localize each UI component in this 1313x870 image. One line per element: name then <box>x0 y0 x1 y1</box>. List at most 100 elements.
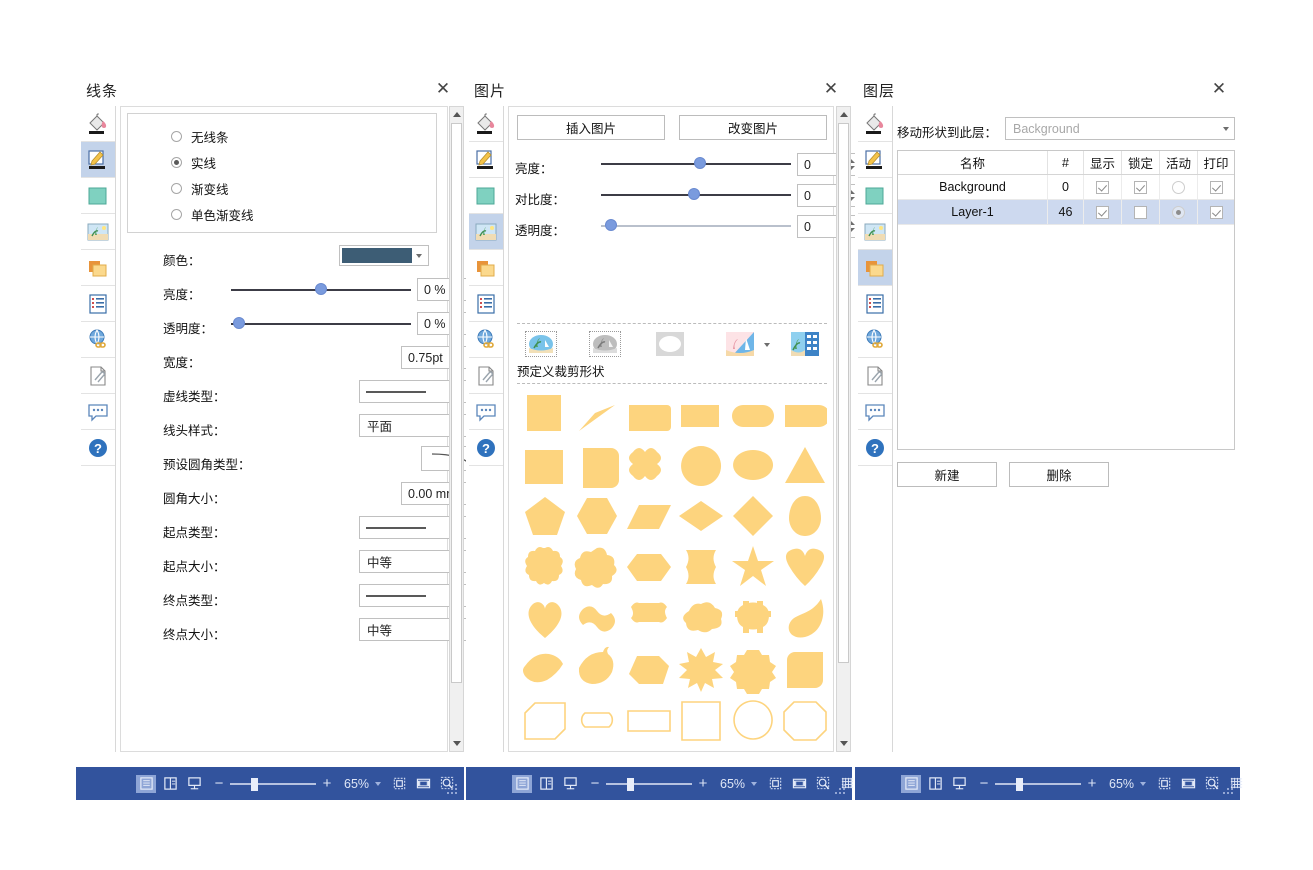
fit-page-icon[interactable] <box>1154 775 1174 793</box>
slider-knob[interactable] <box>604 219 617 231</box>
layer-visible-checkbox[interactable] <box>1096 180 1109 194</box>
new-layer-button[interactable]: 新建 <box>897 462 997 487</box>
rail-item-color-square[interactable] <box>857 178 892 214</box>
rail-item-help-question[interactable]: ? <box>80 430 115 466</box>
rail-item-pencil-line[interactable] <box>80 142 115 178</box>
crop-shape-16[interactable] <box>729 493 777 541</box>
crop-shape-10[interactable] <box>729 442 777 490</box>
rail-item-fill-bucket[interactable] <box>857 106 892 142</box>
rail-item-document-list[interactable] <box>468 286 503 322</box>
slider-knob[interactable] <box>315 283 327 295</box>
layers-header-cell-0[interactable]: 名称 <box>898 151 1048 174</box>
zoom-in-button[interactable]: + <box>1085 775 1099 792</box>
slider-knob[interactable] <box>626 777 634 791</box>
picture-slider-2[interactable] <box>601 219 791 233</box>
radio-indicator[interactable] <box>171 209 182 220</box>
picture-slider-1[interactable] <box>601 188 791 202</box>
fit-width-icon[interactable] <box>413 775 433 793</box>
line-type-radio-3[interactable]: 单色渐变线 <box>171 205 254 224</box>
rail-item-attachment-doc[interactable] <box>468 358 503 394</box>
layers-header-cell-4[interactable]: 活动 <box>1160 151 1198 174</box>
crop-shape-1[interactable] <box>573 391 621 439</box>
recolor-image-icon[interactable] <box>724 331 756 357</box>
slider-knob[interactable] <box>232 317 245 329</box>
crop-shape-31[interactable] <box>573 646 621 694</box>
rail-item-picture[interactable] <box>857 214 892 250</box>
scrollbar-thumb[interactable] <box>838 123 849 663</box>
radio-indicator[interactable] <box>171 157 182 168</box>
zoom-slider[interactable] <box>606 777 692 791</box>
zoom-out-button[interactable]: − <box>588 775 602 792</box>
rail-item-fill-bucket[interactable] <box>80 106 115 142</box>
zoom-dropdown-icon[interactable] <box>749 781 759 786</box>
grayscale-image-icon[interactable] <box>589 331 621 357</box>
crop-oval-icon[interactable] <box>654 331 686 357</box>
rail-item-pencil-line[interactable] <box>857 142 892 178</box>
layers-table-row[interactable]: Layer-1 46 <box>898 200 1234 225</box>
crop-shape-24[interactable] <box>521 595 569 643</box>
layer-print-checkbox[interactable] <box>1209 180 1223 194</box>
rail-item-document-list[interactable] <box>80 286 115 322</box>
single-page-view-icon[interactable] <box>136 774 156 793</box>
slider-knob[interactable] <box>693 157 706 169</box>
crop-shape-22[interactable] <box>729 544 777 592</box>
close-icon[interactable]: ✕ <box>1210 80 1228 99</box>
layers-header-cell-5[interactable]: 打印 <box>1198 151 1234 174</box>
crop-shape-39[interactable] <box>677 697 725 745</box>
facing-page-view-icon[interactable] <box>536 775 556 793</box>
rail-item-picture[interactable] <box>80 214 115 250</box>
crop-shape-0[interactable] <box>521 391 569 439</box>
crop-shape-26[interactable] <box>625 595 673 643</box>
original-image-icon[interactable] <box>525 331 557 357</box>
scroll-down-icon[interactable] <box>450 736 463 751</box>
radio-indicator[interactable] <box>171 183 182 194</box>
radio-indicator[interactable] <box>171 131 182 142</box>
scroll-down-icon[interactable] <box>837 736 850 751</box>
crop-shape-19[interactable] <box>573 544 621 592</box>
zoom-slider[interactable] <box>995 777 1081 791</box>
layers-header-cell-3[interactable]: 锁定 <box>1122 151 1160 174</box>
fit-width-icon[interactable] <box>1178 775 1198 793</box>
crop-shape-38[interactable] <box>625 697 673 745</box>
resize-grip[interactable] <box>447 784 459 796</box>
layer-active-radio[interactable] <box>1172 205 1185 219</box>
rail-item-document-list[interactable] <box>857 286 892 322</box>
chevron-down-icon[interactable] <box>1218 126 1234 131</box>
crop-shape-3[interactable] <box>677 391 725 439</box>
change-picture-button[interactable]: 改变图片 <box>679 115 827 140</box>
layers-header-cell-2[interactable]: 显示 <box>1084 151 1122 174</box>
zoom-area-icon[interactable] <box>813 775 833 793</box>
facing-page-view-icon[interactable] <box>925 775 945 793</box>
rail-item-pencil-line[interactable] <box>468 142 503 178</box>
crop-shape-32[interactable] <box>625 646 673 694</box>
slider-knob[interactable] <box>250 777 258 791</box>
single-page-view-icon[interactable] <box>901 774 921 793</box>
layer-active-radio[interactable] <box>1172 180 1185 194</box>
line-brightness-slider[interactable] <box>231 283 411 297</box>
crop-shape-23[interactable] <box>781 544 827 592</box>
crop-shape-34[interactable] <box>729 646 777 694</box>
crop-shape-14[interactable] <box>625 493 673 541</box>
crop-shape-30[interactable] <box>521 646 569 694</box>
tiled-image-icon[interactable] <box>789 331 821 357</box>
rail-item-comment-bubble[interactable] <box>857 394 892 430</box>
zoom-slider[interactable] <box>230 777 316 791</box>
rail-item-layers[interactable] <box>80 250 115 286</box>
line-transparency-slider[interactable] <box>231 317 411 331</box>
scrollbar-thumb[interactable] <box>451 123 462 683</box>
rail-item-picture[interactable] <box>468 214 503 250</box>
picture-slider-0[interactable] <box>601 157 791 171</box>
facing-page-view-icon[interactable] <box>160 775 180 793</box>
fit-page-icon[interactable] <box>389 775 409 793</box>
rail-item-help-question[interactable]: ? <box>468 430 503 466</box>
rail-item-comment-bubble[interactable] <box>468 394 503 430</box>
line-type-radio-0[interactable]: 无线条 <box>171 127 229 146</box>
rail-item-help-question[interactable]: ? <box>857 430 892 466</box>
crop-shape-17[interactable] <box>781 493 827 541</box>
close-icon[interactable]: ✕ <box>822 80 840 99</box>
crop-shape-15[interactable] <box>677 493 725 541</box>
zoom-out-button[interactable]: − <box>977 775 991 792</box>
zoom-out-button[interactable]: − <box>212 775 226 792</box>
crop-shape-6[interactable] <box>521 442 569 490</box>
slider-knob[interactable] <box>1015 777 1023 791</box>
